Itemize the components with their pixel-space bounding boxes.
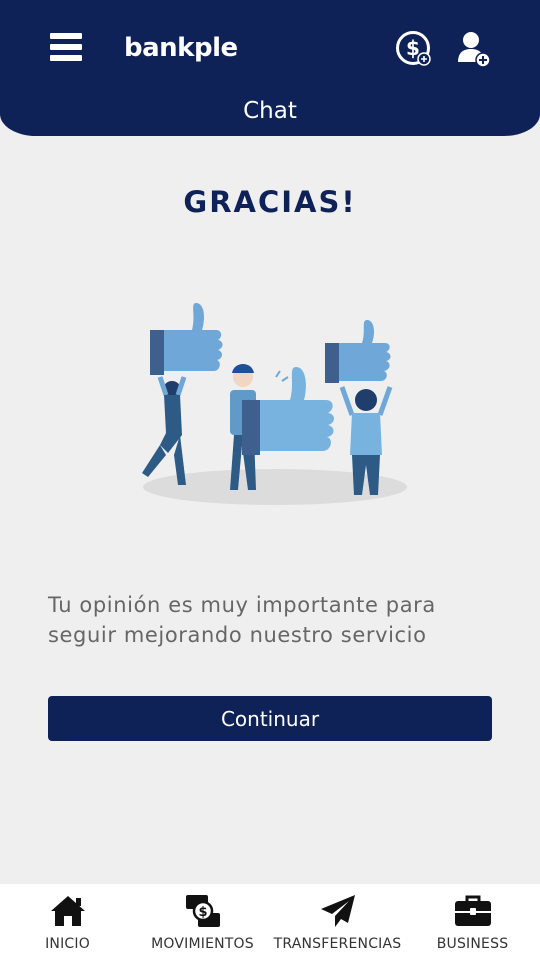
paper-plane-icon: [319, 892, 357, 930]
dollar-add-icon: $: [396, 31, 431, 66]
app-header: bankple $ Chat: [0, 0, 540, 136]
dollar-add-button[interactable]: $: [395, 30, 433, 68]
page-title: Chat: [243, 98, 297, 124]
nav-label: BUSINESS: [436, 936, 509, 952]
bottom-navigation: INICIO $ MOVIMIENTOS TRANSFERENCIAS BUSI…: [0, 884, 540, 960]
nav-label: INICIO: [45, 936, 90, 952]
menu-icon-bar: [50, 44, 82, 50]
svg-text:$: $: [198, 905, 207, 920]
logo-text: bankple: [124, 33, 238, 63]
user-add-icon: [458, 32, 491, 68]
thanks-heading: GRACIAS!: [183, 185, 357, 219]
briefcase-icon: [454, 892, 492, 930]
nav-item-business[interactable]: BUSINESS: [405, 884, 540, 960]
bankple-logo: bankple: [122, 30, 238, 66]
menu-button[interactable]: [50, 33, 82, 61]
feedback-message: Tu opinión es muy importante para seguir…: [48, 593, 436, 647]
nav-label: MOVIMIENTOS: [151, 936, 254, 952]
add-user-button[interactable]: [456, 30, 492, 68]
home-icon: [49, 892, 87, 930]
nav-label: TRANSFERENCIAS: [273, 936, 402, 952]
menu-icon-bar: [50, 33, 82, 39]
continue-button[interactable]: Continuar: [48, 696, 492, 741]
nav-item-transferencias[interactable]: TRANSFERENCIAS: [270, 884, 405, 960]
nav-item-movimientos[interactable]: $ MOVIMIENTOS: [135, 884, 270, 960]
thumbs-up-illustration: [130, 295, 420, 515]
header-toolbar: bankple $: [0, 0, 540, 96]
nav-item-inicio[interactable]: INICIO: [0, 884, 135, 960]
money-exchange-icon: $: [184, 892, 222, 930]
menu-icon-bar: [50, 55, 82, 61]
people-thumbs-up-image: [142, 303, 407, 505]
